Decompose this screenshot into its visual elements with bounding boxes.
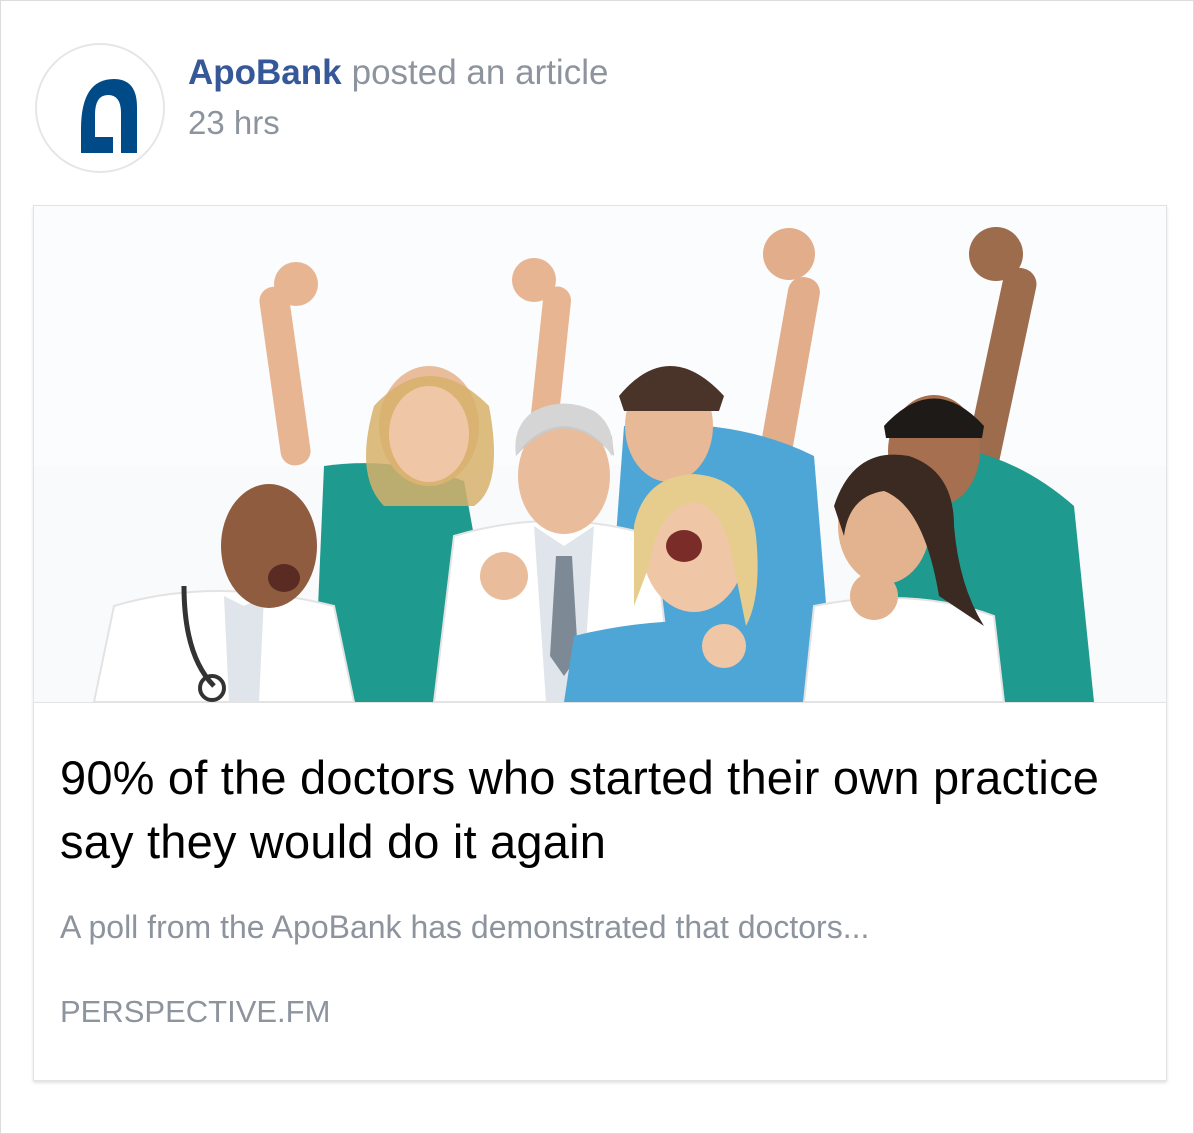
article-source-domain: PERSPECTIVE.FM	[60, 994, 331, 1029]
article-attachment[interactable]: 90% of the doctors who started their own…	[33, 205, 1167, 1081]
author-link[interactable]: ApoBank	[188, 53, 342, 92]
post-card: ApoBank posted an article 23 hrs 90% of …	[0, 0, 1194, 1134]
celebrating-doctors-photo	[34, 206, 1166, 702]
apobank-logo-icon	[81, 79, 137, 153]
page-avatar[interactable]	[35, 43, 165, 173]
article-image[interactable]	[34, 206, 1166, 702]
post-action-text: posted an article	[351, 53, 609, 92]
article-headline[interactable]: 90% of the doctors who started their own…	[60, 746, 1140, 874]
post-header: ApoBank posted an article 23 hrs	[35, 43, 935, 177]
post-timestamp[interactable]: 23 hrs	[188, 101, 280, 145]
image-divider	[34, 702, 1166, 703]
article-summary: A poll from the ApoBank has demonstrated…	[60, 909, 870, 945]
post-attribution: ApoBank posted an article	[188, 51, 608, 95]
